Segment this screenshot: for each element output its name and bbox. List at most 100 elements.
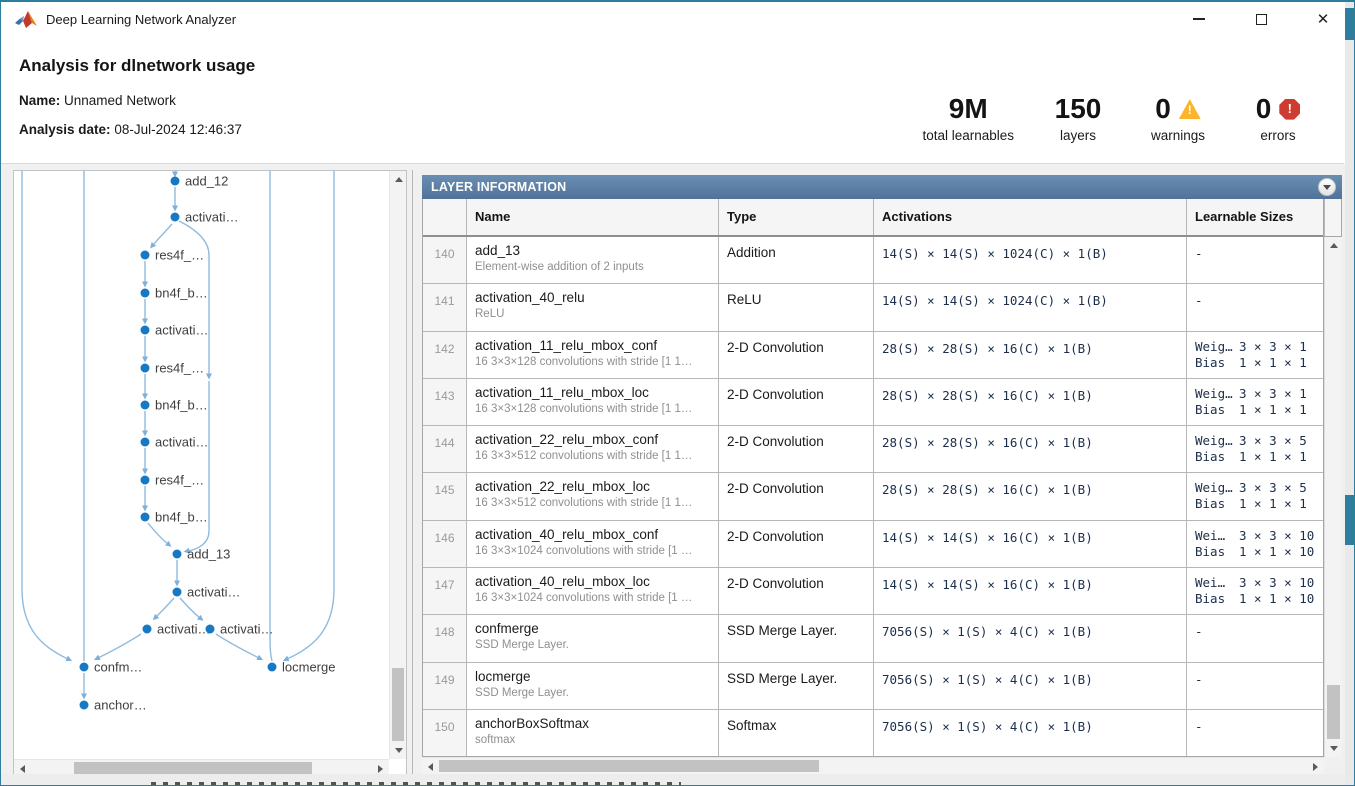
diagram-node-label: res4f_… — [155, 473, 204, 488]
layer-type: Softmax — [719, 710, 874, 756]
table-row[interactable]: 146 activation_40_relu_mbox_conf 16 3×3×… — [423, 521, 1323, 568]
table-row[interactable]: 145 activation_22_relu_mbox_loc 16 3×3×5… — [423, 473, 1323, 520]
layer-name: activation_40_relu_mbox_loc — [475, 574, 710, 589]
table-vertical-scrollbar[interactable] — [1324, 237, 1342, 757]
diagram-node[interactable] — [143, 625, 152, 634]
diagram-node[interactable] — [173, 550, 182, 559]
analysis-header: Analysis for dlnetwork usage Name: Unnam… — [1, 38, 1344, 164]
layer-name-cell: anchorBoxSoftmax softmax — [467, 710, 719, 756]
window-title: Deep Learning Network Analyzer — [46, 12, 236, 27]
table-hscroll-thumb[interactable] — [439, 760, 819, 772]
layer-information-header: LAYER INFORMATION — [422, 175, 1342, 199]
layer-learnable-sizes: Weig…3 × 3 × 5Bias1 × 1 × 1 — [1187, 473, 1323, 519]
table-row[interactable]: 143 activation_11_relu_mbox_loc 16 3×3×1… — [423, 379, 1323, 426]
diagram-node[interactable] — [141, 513, 150, 522]
column-header-index — [423, 199, 467, 235]
layer-learnable-sizes: - — [1187, 615, 1323, 661]
minimize-button[interactable] — [1168, 2, 1230, 36]
maximize-button[interactable] — [1230, 2, 1292, 36]
layer-description: SSD Merge Layer. — [475, 687, 710, 699]
scroll-down-icon — [1330, 746, 1338, 751]
table-scroll-corner — [1324, 199, 1342, 237]
diagram-node[interactable] — [141, 289, 150, 298]
layer-description: softmax — [475, 734, 710, 746]
scroll-left-icon — [428, 763, 433, 771]
diagram-node-label: locmerge — [282, 660, 335, 675]
layer-activations: 14(S) × 14(S) × 1024(C) × 1(B) — [874, 284, 1187, 330]
layer-activations: 7056(S) × 1(S) × 4(C) × 1(B) — [874, 663, 1187, 709]
row-number: 144 — [423, 426, 467, 472]
diagram-node-label: add_13 — [187, 547, 230, 562]
diagram-node-label: anchor… — [94, 698, 147, 713]
scroll-up-icon — [395, 177, 403, 182]
diagram-node[interactable] — [171, 177, 180, 186]
table-row[interactable]: 142 activation_11_relu_mbox_conf 16 3×3×… — [423, 332, 1323, 379]
table-row[interactable]: 147 activation_40_relu_mbox_loc 16 3×3×1… — [423, 568, 1323, 615]
layer-activations: 7056(S) × 1(S) × 4(C) × 1(B) — [874, 710, 1187, 756]
row-number: 146 — [423, 521, 467, 567]
layer-type: 2-D Convolution — [719, 521, 874, 567]
scroll-right-icon — [1313, 763, 1318, 771]
table-row[interactable]: 149 locmerge SSD Merge Layer. SSD Merge … — [423, 663, 1323, 710]
background-window-remnant — [151, 782, 681, 785]
table-row[interactable]: 150 anchorBoxSoftmax softmax Softmax 705… — [423, 710, 1323, 757]
layer-name: activation_40_relu_mbox_conf — [475, 527, 710, 542]
bottom-strip — [1, 774, 1354, 785]
diagram-hscroll-thumb[interactable] — [74, 762, 312, 774]
table-vscroll-thumb[interactable] — [1327, 685, 1340, 739]
diagram-node[interactable] — [80, 701, 89, 710]
table-row[interactable]: 140 add_13 Element-wise addition of 2 in… — [423, 237, 1323, 284]
scroll-left-icon — [20, 765, 25, 773]
diagram-node[interactable] — [141, 438, 150, 447]
row-number: 141 — [423, 284, 467, 330]
layer-description: SSD Merge Layer. — [475, 639, 710, 651]
diagram-node[interactable] — [141, 476, 150, 485]
layer-learnable-sizes: - — [1187, 710, 1323, 756]
layer-name: anchorBoxSoftmax — [475, 716, 710, 731]
diagram-vscroll-thumb[interactable] — [392, 668, 404, 741]
main-content: add_12activati…res4f_…bn4f_b…activati…re… — [1, 164, 1354, 785]
layer-name-cell: activation_11_relu_mbox_conf 16 3×3×128 … — [467, 332, 719, 378]
diagram-node[interactable] — [141, 401, 150, 410]
layer-name-cell: activation_11_relu_mbox_loc 16 3×3×128 c… — [467, 379, 719, 425]
layer-learnable-sizes: - — [1187, 284, 1323, 330]
diagram-node[interactable] — [206, 625, 215, 634]
diagram-node-label: activati… — [157, 622, 210, 637]
network-diagram[interactable]: add_12activati…res4f_…bn4f_b…activati…re… — [14, 171, 390, 743]
diagram-node[interactable] — [141, 364, 150, 373]
desktop-scrollbar-thumb[interactable] — [1345, 495, 1354, 545]
layer-information-title: LAYER INFORMATION — [431, 180, 566, 194]
diagram-node[interactable] — [141, 251, 150, 260]
layer-type: 2-D Convolution — [719, 379, 874, 425]
network-name-label: Name: — [19, 93, 60, 108]
analysis-date-label: Analysis date: — [19, 122, 111, 137]
table-row[interactable]: 148 confmerge SSD Merge Layer. SSD Merge… — [423, 615, 1323, 662]
stat-warnings-label: warnings — [1142, 128, 1214, 143]
stat-layers-label: layers — [1042, 128, 1114, 143]
layer-activations: 28(S) × 28(S) × 16(C) × 1(B) — [874, 332, 1187, 378]
table-row[interactable]: 141 activation_40_relu ReLU ReLU 14(S) ×… — [423, 284, 1323, 331]
stat-layers: 150 layers — [1028, 93, 1128, 143]
desktop-scrollbar-mark-top — [1345, 8, 1354, 40]
analysis-date-line: Analysis date: 08-Jul-2024 12:46:37 — [19, 122, 242, 137]
diagram-vertical-scrollbar[interactable] — [389, 171, 406, 759]
table-horizontal-scrollbar[interactable] — [422, 757, 1324, 774]
layer-name-cell: confmerge SSD Merge Layer. — [467, 615, 719, 661]
diagram-node[interactable] — [80, 663, 89, 672]
diagram-node[interactable] — [268, 663, 277, 672]
diagram-node[interactable] — [171, 213, 180, 222]
row-number: 145 — [423, 473, 467, 519]
layer-activations: 14(S) × 14(S) × 16(C) × 1(B) — [874, 568, 1187, 614]
diagram-node[interactable] — [141, 326, 150, 335]
desktop-right-scrollbar[interactable] — [1345, 2, 1354, 785]
collapse-panel-button[interactable] — [1318, 178, 1336, 196]
diagram-node[interactable] — [173, 588, 182, 597]
network-name-value: Unnamed Network — [64, 93, 176, 108]
scroll-up-icon — [1330, 243, 1338, 248]
column-header-name: Name — [467, 199, 719, 235]
stat-layers-value: 150 — [1042, 93, 1114, 125]
column-header-type: Type — [719, 199, 874, 235]
layer-type: 2-D Convolution — [719, 426, 874, 472]
layer-name-cell: activation_40_relu_mbox_conf 16 3×3×1024… — [467, 521, 719, 567]
table-row[interactable]: 144 activation_22_relu_mbox_conf 16 3×3×… — [423, 426, 1323, 473]
